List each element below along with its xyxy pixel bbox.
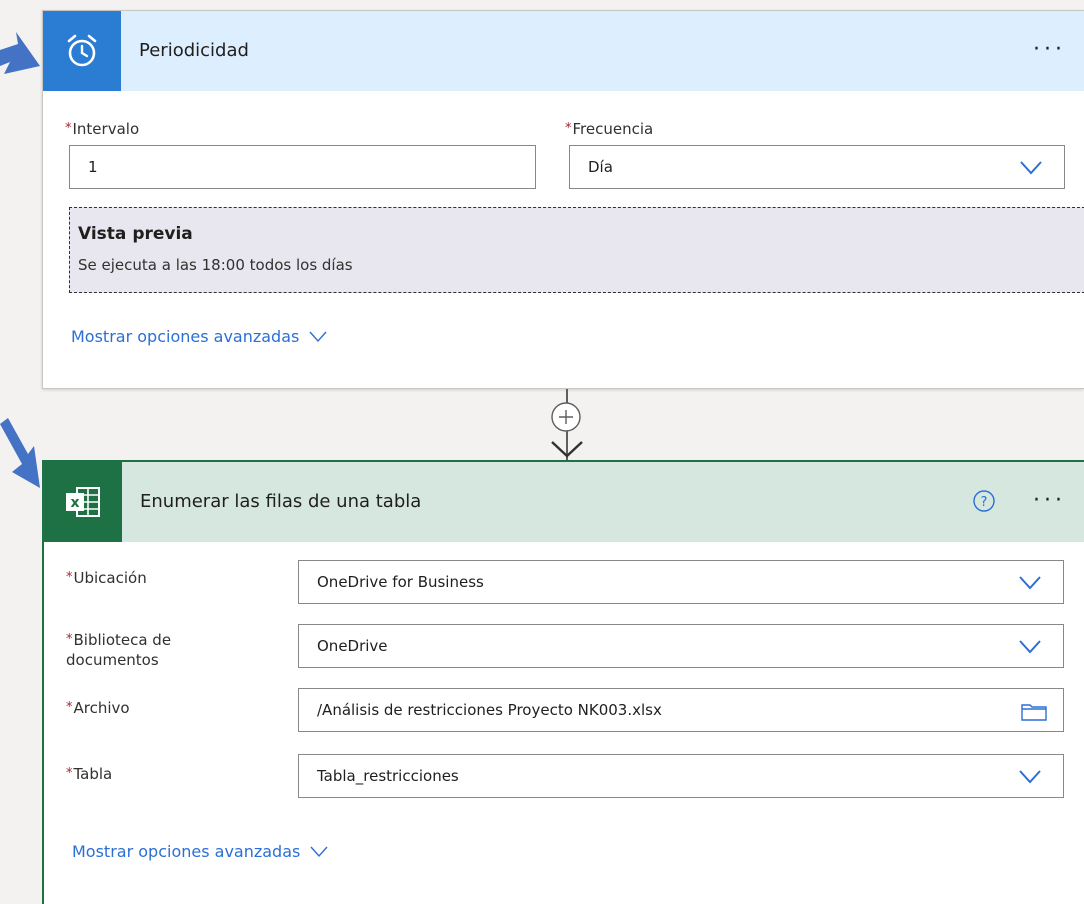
help-icon[interactable]: ?: [972, 489, 996, 513]
interval-label: *Intervalo: [65, 120, 140, 138]
file-label: *Archivo: [66, 699, 130, 717]
location-label: *Ubicación: [66, 569, 147, 587]
file-input[interactable]: /Análisis de restricciones Proyecto NK00…: [298, 688, 1064, 732]
table-label: *Tabla: [66, 765, 113, 783]
preview-title: Vista previa: [78, 224, 193, 244]
list-rows-title: Enumerar las filas de una tabla: [140, 491, 422, 512]
location-value: OneDrive for Business: [317, 573, 484, 591]
add-step-icon[interactable]: [550, 401, 582, 433]
folder-icon[interactable]: [1021, 701, 1047, 721]
excel-icon: x: [44, 462, 122, 542]
chevron-down-icon: [1019, 770, 1041, 784]
preview-text: Se ejecuta a las 18:00 todos los días: [78, 256, 353, 274]
show-advanced-options-link[interactable]: Mostrar opciones avanzadas: [72, 842, 328, 861]
chevron-down-icon: [310, 846, 328, 857]
list-rows-action-card: x Enumerar las filas de una tabla ? ··· …: [42, 460, 1084, 904]
annotation-arrow-1: [0, 32, 40, 74]
schedule-preview: Vista previa Se ejecuta a las 18:00 todo…: [69, 207, 1084, 293]
svg-text:x: x: [70, 495, 79, 511]
frequency-value: Día: [588, 158, 613, 176]
chevron-down-icon: [1019, 640, 1041, 654]
alarm-clock-icon: [43, 11, 121, 91]
more-options-button[interactable]: ···: [1033, 11, 1066, 91]
annotation-arrow-2: [0, 418, 40, 488]
chevron-down-icon: [1020, 161, 1042, 175]
file-value: /Análisis de restricciones Proyecto NK00…: [317, 701, 662, 719]
recurrence-title: Periodicidad: [139, 40, 249, 61]
document-library-dropdown[interactable]: OneDrive: [298, 624, 1064, 668]
frequency-label: *Frecuencia: [565, 120, 654, 138]
arrow-down-icon: [551, 441, 583, 458]
table-value: Tabla_restricciones: [317, 767, 459, 785]
chevron-down-icon: [309, 331, 327, 342]
chevron-down-icon: [1019, 576, 1041, 590]
svg-text:?: ?: [981, 495, 988, 510]
table-dropdown[interactable]: Tabla_restricciones: [298, 754, 1064, 798]
interval-input[interactable]: 1: [69, 145, 536, 189]
recurrence-trigger-card: Periodicidad ··· *Intervalo 1 *Frecuenci…: [42, 10, 1084, 389]
show-advanced-options-link[interactable]: Mostrar opciones avanzadas: [71, 327, 327, 346]
location-dropdown[interactable]: OneDrive for Business: [298, 560, 1064, 604]
list-rows-header[interactable]: x Enumerar las filas de una tabla ? ···: [44, 462, 1084, 542]
document-library-label: *Biblioteca de documentos: [66, 631, 172, 669]
document-library-value: OneDrive: [317, 637, 388, 655]
recurrence-header[interactable]: Periodicidad ···: [43, 11, 1084, 91]
more-options-button[interactable]: ···: [1033, 462, 1066, 542]
frequency-dropdown[interactable]: Día: [569, 145, 1065, 189]
